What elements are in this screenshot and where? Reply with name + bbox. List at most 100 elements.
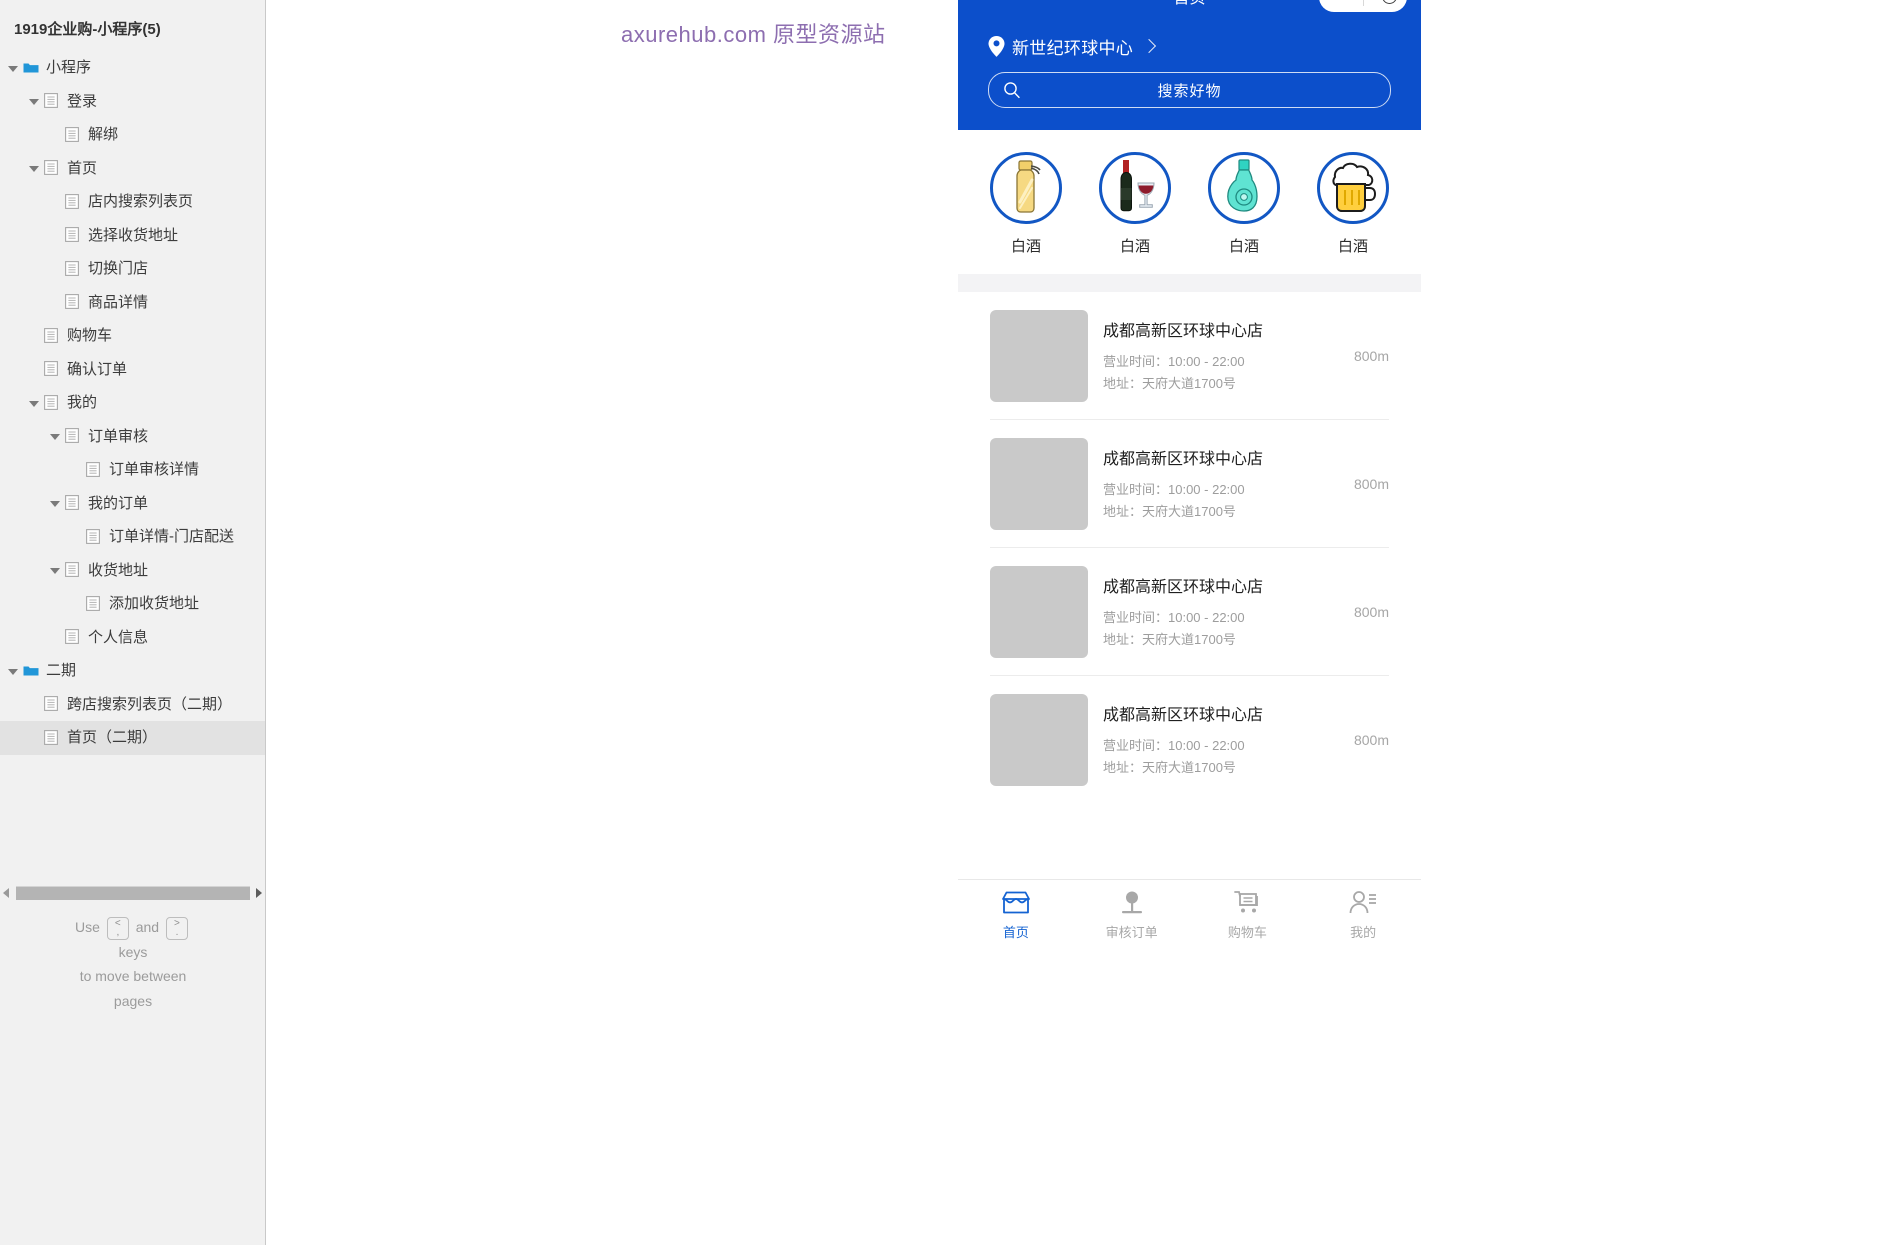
tree-item-18[interactable]: 个人信息 bbox=[0, 621, 265, 655]
store-list-item[interactable]: 成都高新区环球中心店 营业时间：10:00 - 22:00 地址：天府大道1700号… bbox=[990, 676, 1389, 803]
tree-item-15[interactable]: 订单详情-门店配送 bbox=[0, 520, 265, 554]
category-label: 白酒 bbox=[1119, 238, 1150, 255]
tree-arrow-spacer bbox=[48, 262, 62, 276]
tree-item-label: 切换门店 bbox=[88, 260, 149, 278]
store-info: 成都高新区环球中心店 营业时间：10:00 - 22:00 地址：天府大道1700号 bbox=[1088, 317, 1329, 395]
page-icon bbox=[44, 361, 60, 377]
category-icon-circle bbox=[990, 152, 1062, 224]
tree-expand-arrow-icon[interactable] bbox=[27, 161, 41, 175]
page-icon bbox=[65, 193, 81, 210]
tree-item-12[interactable]: 订单审核 bbox=[0, 420, 265, 454]
tree-item-13[interactable]: 订单审核详情 bbox=[0, 453, 265, 487]
tree-expand-arrow-icon[interactable] bbox=[48, 563, 62, 577]
store-list-item[interactable]: 成都高新区环球中心店 营业时间：10:00 - 22:00 地址：天府大道1700号… bbox=[990, 292, 1389, 420]
tree-item-17[interactable]: 添加收货地址 bbox=[0, 587, 265, 621]
tree-arrow-spacer bbox=[48, 195, 62, 209]
sidebar-project-title: 1919企业购-小程序(5) bbox=[14, 21, 161, 38]
page-icon bbox=[86, 595, 102, 612]
category-item-3[interactable]: 白酒 bbox=[1202, 152, 1286, 256]
scroll-right-arrow-icon[interactable] bbox=[252, 884, 265, 901]
category-label: 白酒 bbox=[1337, 238, 1368, 255]
store-info: 成都高新区环球中心店 营业时间：10:00 - 22:00 地址：天府大道1700号 bbox=[1088, 701, 1329, 779]
tree-arrow-spacer bbox=[69, 463, 83, 477]
tree-item-11[interactable]: 我的 bbox=[0, 386, 265, 420]
user-icon bbox=[1348, 889, 1378, 917]
keyboard-hint: Use < , and > . keys to move between pag… bbox=[0, 915, 265, 1013]
page-icon bbox=[65, 629, 81, 645]
page-icon bbox=[65, 126, 81, 143]
scroll-left-arrow-icon[interactable] bbox=[0, 884, 14, 901]
tree-item-20[interactable]: 跨店搜索列表页（二期） bbox=[0, 688, 265, 722]
page-icon bbox=[86, 528, 102, 545]
tree-arrow-spacer bbox=[69, 530, 83, 544]
tree-item-19[interactable]: 二期 bbox=[0, 654, 265, 688]
tree-item-5[interactable]: 店内搜索列表页 bbox=[0, 185, 265, 219]
tree-expand-arrow-icon[interactable] bbox=[27, 94, 41, 108]
tree-expand-arrow-icon[interactable] bbox=[27, 396, 41, 410]
store-info: 成都高新区环球中心店 营业时间：10:00 - 22:00 地址：天府大道1700号 bbox=[1088, 445, 1329, 523]
category-item-1[interactable]: 白酒 bbox=[984, 152, 1068, 256]
tree-item-label: 我的订单 bbox=[88, 494, 149, 512]
tree-item-1[interactable]: 小程序 bbox=[0, 51, 265, 85]
store-distance: 800m bbox=[1353, 476, 1389, 492]
tree-item-label: 跨店搜索列表页（二期） bbox=[67, 695, 233, 713]
category-item-4[interactable]: 白酒 bbox=[1311, 152, 1395, 256]
tree-arrow-spacer bbox=[48, 630, 62, 644]
tree-item-14[interactable]: 我的订单 bbox=[0, 487, 265, 521]
store-list-item[interactable]: 成都高新区环球中心店 营业时间：10:00 - 22:00 地址：天府大道1700号… bbox=[990, 548, 1389, 676]
hint-use-word: Use bbox=[75, 919, 100, 935]
category-item-2[interactable]: 白酒 bbox=[1093, 152, 1177, 256]
tree-item-4[interactable]: 首页 bbox=[0, 152, 265, 186]
tab-pin-stand[interactable]: 审核订单 bbox=[1074, 880, 1190, 945]
tree-arrow-spacer bbox=[27, 329, 41, 343]
tree-item-2[interactable]: 登录 bbox=[0, 85, 265, 119]
tab-user[interactable]: 我的 bbox=[1305, 880, 1421, 945]
page-icon bbox=[65, 428, 81, 444]
tree-expand-arrow-icon[interactable] bbox=[48, 429, 62, 443]
page-icon bbox=[65, 562, 81, 578]
store-address: 地址：天府大道1700号 bbox=[1103, 504, 1236, 519]
tree-expand-arrow-icon[interactable] bbox=[6, 664, 20, 678]
tree-expand-arrow-icon[interactable] bbox=[48, 496, 62, 510]
search-icon bbox=[1004, 82, 1020, 99]
store-distance: 800m bbox=[1353, 604, 1389, 620]
tab-storefront[interactable]: 首页 bbox=[958, 880, 1074, 945]
page-tree: 小程序 登录 解绑 首页 店内搜索列表页 选择收货地址 切换门店 商品详情 购物车 确认订单 我的订… bbox=[0, 51, 265, 755]
tree-item-3[interactable]: 解绑 bbox=[0, 118, 265, 152]
tree-item-8[interactable]: 商品详情 bbox=[0, 286, 265, 320]
store-name: 成都高新区环球中心店 bbox=[1103, 451, 1264, 468]
sidebar-horizontal-scrollbar[interactable] bbox=[0, 884, 265, 901]
pin-stand-icon bbox=[1118, 889, 1146, 917]
page-icon bbox=[65, 227, 81, 243]
wechat-capsule-button[interactable] bbox=[1319, 0, 1407, 12]
tab-cart[interactable]: 购物车 bbox=[1190, 880, 1306, 945]
tree-item-9[interactable]: 购物车 bbox=[0, 319, 265, 353]
tree-arrow-spacer bbox=[48, 228, 62, 242]
hint-and-word: and bbox=[135, 919, 160, 935]
store-distance: 800m bbox=[1353, 732, 1389, 748]
page-icon bbox=[44, 394, 60, 411]
prev-page-keycap-icon: < , bbox=[106, 916, 129, 940]
search-input[interactable]: 搜索好物 bbox=[988, 72, 1391, 108]
capsule-close-icon[interactable] bbox=[1382, 0, 1397, 4]
tree-item-6[interactable]: 选择收货地址 bbox=[0, 219, 265, 253]
tree-item-21[interactable]: 首页（二期） bbox=[0, 721, 265, 755]
tab-label: 我的 bbox=[1350, 924, 1377, 940]
tree-item-7[interactable]: 切换门店 bbox=[0, 252, 265, 286]
store-name: 成都高新区环球中心店 bbox=[1103, 323, 1264, 340]
tree-item-16[interactable]: 收货地址 bbox=[0, 554, 265, 588]
location-name: 新世纪环球中心 bbox=[1012, 38, 1134, 58]
hint-line-keys: keys bbox=[118, 943, 148, 960]
page-tree-sidebar: 1919企业购-小程序(5) 小程序 登录 解绑 首页店内搜索列表页选择收货地址切换门… bbox=[0, 0, 266, 1245]
store-list-item[interactable]: 成都高新区环球中心店 营业时间：10:00 - 22:00 地址：天府大道1700号… bbox=[990, 420, 1389, 548]
store-hours: 营业时间：10:00 - 22:00 bbox=[1103, 738, 1245, 753]
tree-item-label: 店内搜索列表页 bbox=[88, 193, 194, 211]
page-icon bbox=[65, 495, 81, 511]
tree-item-10[interactable]: 确认订单 bbox=[0, 353, 265, 387]
tree-expand-arrow-icon[interactable] bbox=[6, 61, 20, 75]
tree-item-label: 添加收货地址 bbox=[109, 595, 200, 613]
location-selector[interactable]: 新世纪环球中心 bbox=[988, 20, 1391, 72]
scrollbar-thumb[interactable] bbox=[16, 885, 250, 900]
cart-icon bbox=[1232, 889, 1262, 917]
search-placeholder: 搜索好物 bbox=[1157, 82, 1222, 100]
